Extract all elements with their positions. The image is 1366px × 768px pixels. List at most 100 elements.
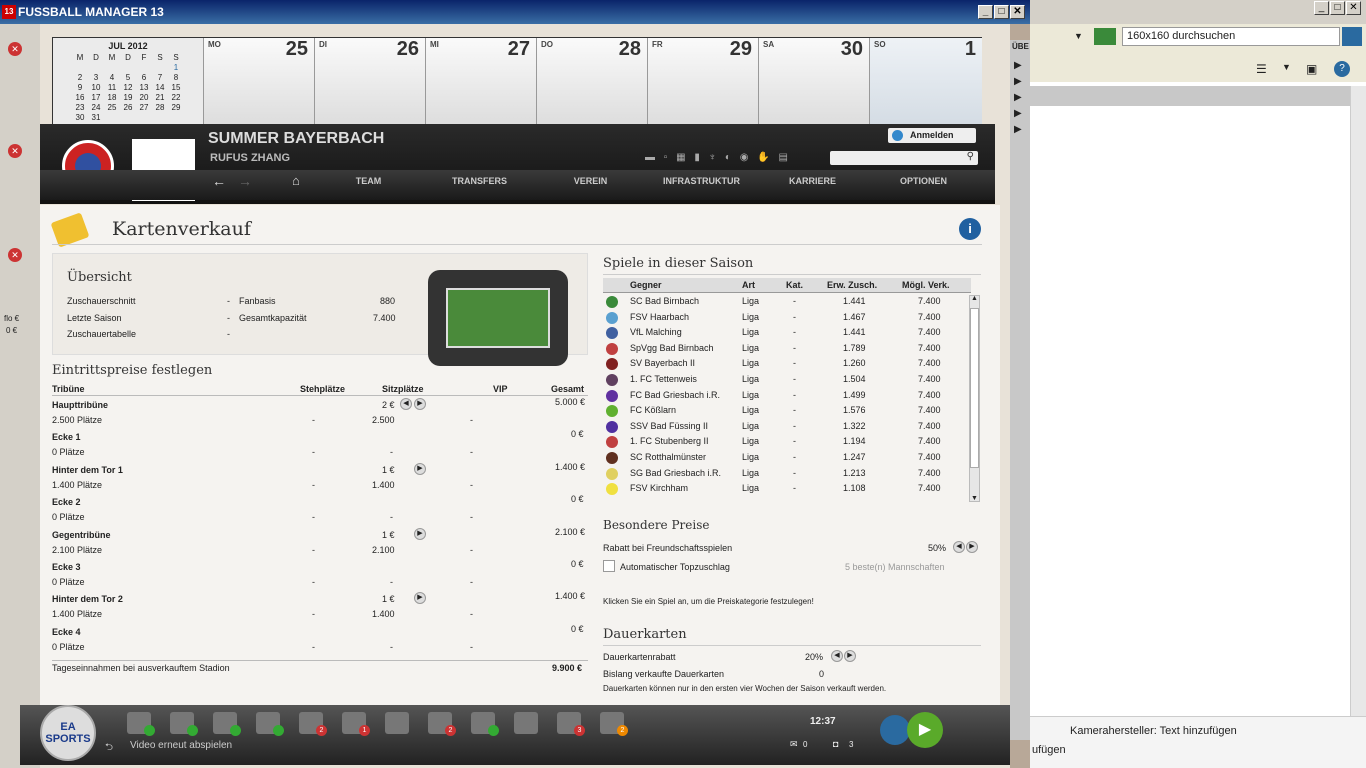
decrease-arrow-icon[interactable]: ◀ <box>953 541 965 553</box>
calendar-date[interactable]: 1 <box>168 63 184 73</box>
day-column[interactable]: MI 27 <box>425 38 536 125</box>
calendar-date[interactable] <box>120 113 136 123</box>
help-icon[interactable]: ? <box>1334 61 1350 77</box>
calendar-date[interactable]: 22 <box>168 93 184 103</box>
calendar-date[interactable]: 30 <box>72 113 88 123</box>
calendar-date[interactable] <box>168 113 184 123</box>
info-icon[interactable]: i <box>959 218 981 240</box>
calendar-date[interactable]: 2 <box>72 73 88 83</box>
search-icon[interactable] <box>514 712 538 734</box>
day-column[interactable]: SA 30 <box>758 38 869 125</box>
calendar-date[interactable]: 12 <box>120 83 136 93</box>
scrollbar-thumb[interactable] <box>970 308 979 468</box>
calendar-date[interactable] <box>152 63 168 73</box>
calendar-date[interactable]: 7 <box>152 73 168 83</box>
increase-arrow-icon[interactable]: ▶ <box>966 541 978 553</box>
back-arrow-icon[interactable]: ← <box>212 173 226 189</box>
continue-play-button[interactable]: ▶ <box>907 712 943 748</box>
mini-calendar[interactable]: JUL 2012 MDMDFSS 1 2 3 4 5 6 7 8 9 10 11 12 13 14 15 16… <box>53 38 203 125</box>
calendar-date[interactable]: 25 <box>104 103 120 113</box>
expand-icon[interactable]: ▶ <box>1014 124 1022 135</box>
calendar-date[interactable]: 16 <box>72 93 88 103</box>
games-scrollbar[interactable]: ▲ ▼ <box>969 295 980 502</box>
dropdown-arrow-icon[interactable]: ▼ <box>1074 31 1083 41</box>
day-column[interactable]: DI 26 <box>314 38 425 125</box>
increase-arrow-icon[interactable]: ▶ <box>414 398 426 410</box>
search-input[interactable]: ⚲ <box>830 151 978 165</box>
game-row[interactable]: SSV Bad Füssing II Liga - 1.322 7.400 <box>603 419 971 434</box>
game-row[interactable]: FSV Haarbach Liga - 1.467 7.400 <box>603 310 971 325</box>
calendar-date[interactable]: 26 <box>120 103 136 113</box>
close-icon[interactable]: ✕ <box>8 42 22 56</box>
nav-optionen[interactable]: OPTIONEN <box>868 176 979 186</box>
replay-icon[interactable]: ⮌ <box>105 740 113 757</box>
mail-icon[interactable]: ✉ <box>790 739 798 750</box>
calendar-date[interactable]: 9 <box>72 83 88 93</box>
close-button[interactable]: ✕ <box>1010 5 1025 19</box>
calendar-date[interactable]: 19 <box>120 93 136 103</box>
maximize-button[interactable]: □ <box>994 5 1009 19</box>
calendar-date[interactable]: 3 <box>88 73 104 83</box>
increase-arrow-icon[interactable]: ▶ <box>414 527 426 540</box>
day-column[interactable]: FR 29 <box>647 38 758 125</box>
camera-maker-status[interactable]: Kamerahersteller: Text hinzufügen <box>1070 725 1237 737</box>
increase-arrow-icon[interactable]: ▶ <box>414 462 426 475</box>
expand-icon[interactable]: ▶ <box>1014 76 1022 87</box>
nav-karriere[interactable]: KARRIERE <box>757 176 868 186</box>
search-icon[interactable] <box>1342 27 1362 46</box>
close-button[interactable]: ✕ <box>1346 1 1361 15</box>
close-icon[interactable]: ✕ <box>8 248 22 262</box>
game-row[interactable]: SpVgg Bad Birnbach Liga - 1.789 7.400 <box>603 341 971 356</box>
calendar-date[interactable]: 15 <box>168 83 184 93</box>
game-row[interactable]: FC Bad Griesbach i.R. Liga - 1.499 7.400 <box>603 388 971 403</box>
calendar-date[interactable]: 20 <box>136 93 152 103</box>
calendar-date[interactable]: 6 <box>136 73 152 83</box>
calendar-date[interactable]: 10 <box>88 83 104 93</box>
nav-infrastruktur[interactable]: INFRASTRUKTUR <box>646 176 757 186</box>
increase-arrow-icon[interactable]: ▶ <box>844 650 856 662</box>
calendar-date[interactable]: 27 <box>136 103 152 113</box>
day-column[interactable]: MO 25 <box>203 38 314 125</box>
game-row[interactable]: SV Bayerbach II Liga - 1.260 7.400 <box>603 356 971 371</box>
expand-icon[interactable]: ▶ <box>1014 60 1022 71</box>
calendar-date[interactable]: 5 <box>120 73 136 83</box>
nav-verein[interactable]: VEREIN <box>535 176 646 186</box>
expand-icon[interactable]: ▶ <box>1014 108 1022 119</box>
game-row[interactable]: SG Bad Griesbach i.R. Liga - 1.213 7.400 <box>603 466 971 481</box>
calendar-date[interactable] <box>120 63 136 73</box>
calendar-date[interactable]: 29 <box>168 103 184 113</box>
settings-button[interactable] <box>880 715 910 745</box>
chevron-down-icon[interactable]: ▼ <box>1282 62 1291 72</box>
minimize-button[interactable]: _ <box>978 5 993 19</box>
calendar-date[interactable]: 18 <box>104 93 120 103</box>
game-row[interactable]: 1. FC Tettenweis Liga - 1.504 7.400 <box>603 372 971 387</box>
calendar-date[interactable]: 14 <box>152 83 168 93</box>
calendar-date[interactable]: 8 <box>168 73 184 83</box>
maximize-button[interactable]: □ <box>1330 1 1345 15</box>
game-row[interactable]: SC Rotthalmünster Liga - 1.247 7.400 <box>603 450 971 465</box>
toolbar-icons[interactable]: ▬ ▫ ▦ ▮ ♆ ◐ ◉ ✋ ▤ <box>645 152 825 165</box>
scroll-up-icon[interactable]: ▲ <box>971 295 978 302</box>
scout-icon[interactable] <box>385 712 409 734</box>
day-column[interactable]: SO 1 <box>869 38 982 125</box>
game-row[interactable]: FSV Kirchham Liga - 1.108 7.400 <box>603 481 971 496</box>
auto-topzuschlag-checkbox[interactable] <box>603 560 615 572</box>
explorer-search-input[interactable]: 160x160 durchsuchen <box>1122 27 1340 46</box>
decrease-arrow-icon[interactable]: ◀ <box>831 650 843 662</box>
minimize-button[interactable]: _ <box>1314 1 1329 15</box>
calendar-date[interactable] <box>152 113 168 123</box>
calendar-date[interactable] <box>72 63 88 73</box>
expand-icon[interactable]: ▶ <box>1014 92 1022 103</box>
refresh-icon[interactable] <box>1094 28 1116 45</box>
calendar-date[interactable] <box>88 63 104 73</box>
game-row[interactable]: FC Kößlarn Liga - 1.576 7.400 <box>603 403 971 418</box>
calendar-date[interactable]: 28 <box>152 103 168 113</box>
game-row[interactable]: 1. FC Stubenberg II Liga - 1.194 7.400 <box>603 434 971 449</box>
forward-arrow-icon[interactable]: → <box>238 173 252 189</box>
calendar-date[interactable]: 17 <box>88 93 104 103</box>
calendar-date[interactable]: 11 <box>104 83 120 93</box>
video-replay-link[interactable]: Video erneut abspielen <box>130 740 232 751</box>
calendar-date[interactable]: 21 <box>152 93 168 103</box>
calendar-date[interactable]: 31 <box>88 113 104 123</box>
calendar-date[interactable] <box>104 63 120 73</box>
